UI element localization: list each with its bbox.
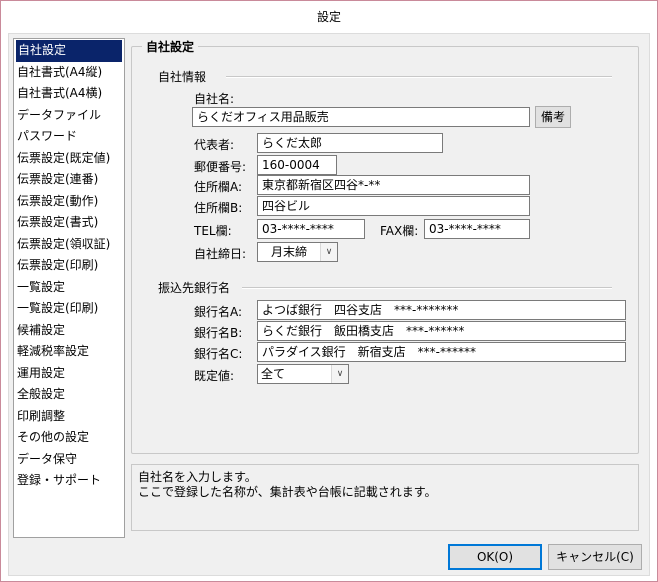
sidebar-item[interactable]: 一覧設定 <box>14 277 124 299</box>
postal-code-label: 郵便番号: <box>194 160 247 174</box>
group-title: 自社設定 <box>142 38 199 55</box>
settings-window: 設定 自社設定 自社書式(A4縦) 自社書式(A4横) データファイル パスワード 伝票設… <box>0 0 658 582</box>
address-b-label: 住所欄B: <box>194 201 243 215</box>
bank-a-label: 銀行名A: <box>194 305 243 319</box>
representative-input[interactable]: らくだ太郎 <box>257 133 443 153</box>
closing-day-select[interactable]: 月末締 ∨ <box>257 242 338 262</box>
bank-a-input[interactable]: よつば銀行 四谷支店 ***-******* <box>257 300 626 320</box>
tel-label: TEL欄: <box>194 224 232 238</box>
closing-day-label: 自社締日: <box>194 247 247 261</box>
closing-day-value: 月末締 <box>271 245 308 259</box>
company-settings-group: 自社設定 自社情報 自社名: らくだオフィス用品販売 備考 代表者: らくだ太郎… <box>131 38 639 454</box>
sidebar-item[interactable]: 印刷調整 <box>14 406 124 428</box>
default-bank-select[interactable]: 全て ∨ <box>257 364 349 384</box>
help-line-1: 自社名を入力します。 <box>138 470 257 484</box>
help-description-box: 自社名を入力します。 ここで登録した名称が、集計表や台帳に記載されます。 <box>131 464 639 531</box>
sidebar-item[interactable]: 伝票設定(書式) <box>14 212 124 234</box>
dialog-client-area: 自社設定 自社書式(A4縦) 自社書式(A4横) データファイル パスワード 伝票設定(既… <box>8 33 650 576</box>
sidebar-item[interactable]: 伝票設定(既定値) <box>14 148 124 170</box>
sidebar-item[interactable]: 伝票設定(連番) <box>14 169 124 191</box>
chevron-down-icon[interactable]: ∨ <box>331 365 348 383</box>
ok-button[interactable]: OK(O) <box>448 544 542 570</box>
section-divider <box>226 76 612 78</box>
bank-b-input[interactable]: らくだ銀行 飯田橋支店 ***-****** <box>257 321 626 341</box>
address-b-input[interactable]: 四谷ビル <box>257 196 530 216</box>
sidebar-item[interactable]: その他の設定 <box>14 427 124 449</box>
company-name-input[interactable]: らくだオフィス用品販売 <box>192 107 530 127</box>
sidebar-item[interactable]: 全般設定 <box>14 384 124 406</box>
fax-label: FAX欄: <box>380 224 419 238</box>
sidebar-item[interactable]: 伝票設定(領収証) <box>14 234 124 256</box>
sidebar-item[interactable]: データ保守 <box>14 449 124 471</box>
sidebar-item[interactable]: 自社書式(A4横) <box>14 83 124 105</box>
default-bank-label: 既定値: <box>194 369 235 383</box>
representative-label: 代表者: <box>194 138 235 152</box>
bank-b-label: 銀行名B: <box>194 326 243 340</box>
help-line-2: ここで登録した名称が、集計表や台帳に記載されます。 <box>138 485 437 499</box>
address-a-label: 住所欄A: <box>194 180 243 194</box>
sidebar-item[interactable]: 自社設定 <box>16 40 122 62</box>
section-title-bank: 振込先銀行名 <box>158 281 231 295</box>
bank-c-label: 銀行名C: <box>194 347 243 361</box>
postal-code-input[interactable]: 160-0004 <box>257 155 337 175</box>
sidebar-item[interactable]: 登録・サポート <box>14 470 124 492</box>
settings-category-list[interactable]: 自社設定 自社書式(A4縦) 自社書式(A4横) データファイル パスワード 伝票設定(既… <box>13 38 125 538</box>
chevron-down-icon[interactable]: ∨ <box>320 243 337 261</box>
sidebar-item[interactable]: 一覧設定(印刷) <box>14 298 124 320</box>
sidebar-item[interactable]: データファイル <box>14 105 124 127</box>
default-bank-value: 全て <box>261 367 286 381</box>
section-divider <box>242 287 612 289</box>
memo-button[interactable]: 備考 <box>535 106 571 128</box>
sidebar-item[interactable]: 候補設定 <box>14 320 124 342</box>
sidebar-item[interactable]: 軽減税率設定 <box>14 341 124 363</box>
sidebar-item[interactable]: 運用設定 <box>14 363 124 385</box>
cancel-button[interactable]: キャンセル(C) <box>548 544 642 570</box>
sidebar-item[interactable]: 伝票設定(印刷) <box>14 255 124 277</box>
sidebar-item[interactable]: 伝票設定(動作) <box>14 191 124 213</box>
bank-c-input[interactable]: パラダイス銀行 新宿支店 ***-****** <box>257 342 626 362</box>
sidebar-item[interactable]: 自社書式(A4縦) <box>14 62 124 84</box>
window-title: 設定 <box>1 1 657 33</box>
section-title-company-info: 自社情報 <box>158 70 207 84</box>
sidebar-item[interactable]: パスワード <box>14 126 124 148</box>
fax-input[interactable]: 03-****-**** <box>424 219 530 239</box>
address-a-input[interactable]: 東京都新宿区四谷*-** <box>257 175 530 195</box>
tel-input[interactable]: 03-****-**** <box>257 219 365 239</box>
company-name-label: 自社名: <box>194 92 235 106</box>
